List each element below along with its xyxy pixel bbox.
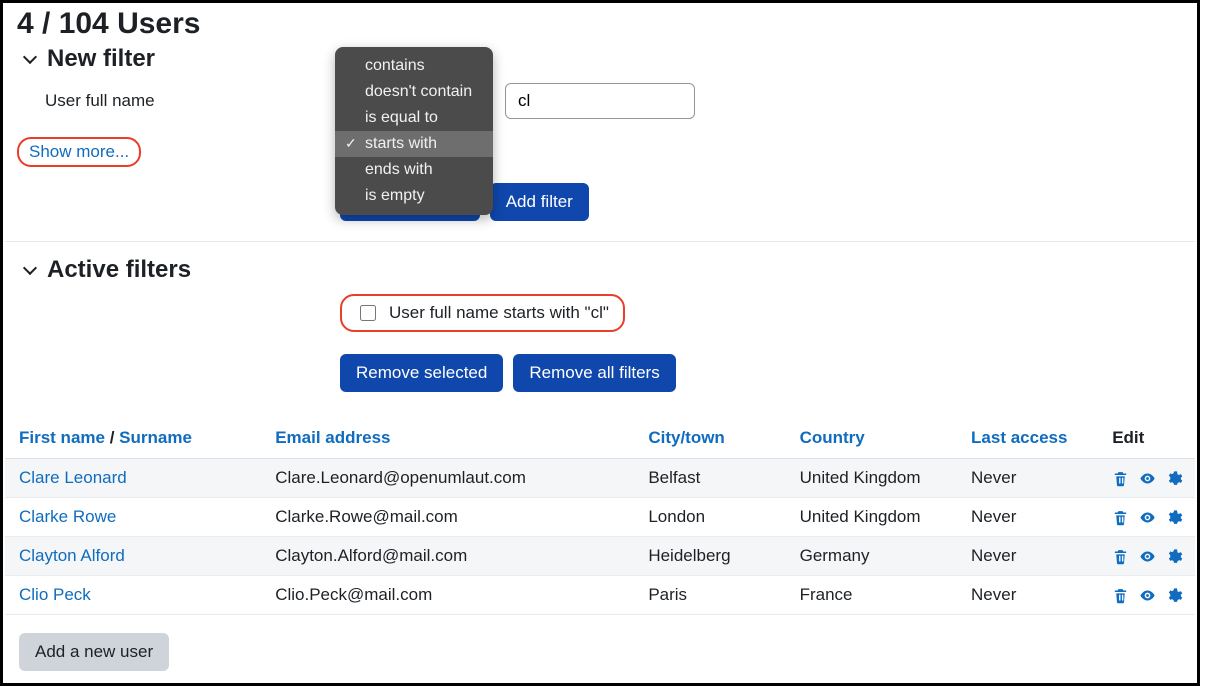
show-more-highlight: Show more... [17,137,141,167]
add-filter-button[interactable]: Add filter [490,183,589,221]
gear-icon[interactable] [1166,509,1183,526]
active-filters-header[interactable]: Active filters [23,256,1195,284]
gear-icon[interactable] [1166,587,1183,604]
page-title: 4 / 104 Users [17,7,1195,41]
operator-option[interactable]: ends with [335,157,493,183]
col-edit: Edit [1104,418,1195,459]
user-last-access: Never [963,459,1104,498]
operator-option[interactable]: is equal to [335,105,493,131]
user-city: London [640,498,791,537]
trash-icon[interactable] [1112,509,1129,526]
eye-icon[interactable] [1139,509,1156,526]
remove-selected-button[interactable]: Remove selected [340,354,503,392]
user-name-link[interactable]: Clio Peck [19,585,91,604]
divider [5,241,1195,242]
trash-icon[interactable] [1112,470,1129,487]
show-more-link[interactable]: Show more... [29,142,129,161]
user-country: United Kingdom [792,498,963,537]
table-row: Clayton Alford Clayton.Alford@mail.comHei… [5,537,1195,576]
user-last-access: Never [963,576,1104,615]
col-last-access[interactable]: Last access [971,428,1067,447]
col-first-name[interactable]: First name [19,428,105,447]
chevron-down-icon [23,263,37,277]
active-filter-checkbox[interactable] [360,305,376,321]
user-email: Clare.Leonard@openumlaut.com [267,459,640,498]
col-surname[interactable]: Surname [119,428,192,447]
gear-icon[interactable] [1166,548,1183,565]
active-filter-highlight: User full name starts with "cl" [340,294,625,332]
user-name-link[interactable]: Clarke Rowe [19,507,116,526]
user-last-access: Never [963,537,1104,576]
trash-icon[interactable] [1112,548,1129,565]
gear-icon[interactable] [1166,470,1183,487]
add-user-button[interactable]: Add a new user [19,633,169,671]
operator-option[interactable]: is empty [335,183,493,209]
users-table: First name / Surname Email address City/… [5,418,1195,615]
eye-icon[interactable] [1139,548,1156,565]
table-row: Clarke Rowe Clarke.Rowe@mail.comLondonUni… [5,498,1195,537]
user-name-link[interactable]: Clayton Alford [19,546,125,565]
header-slash: / [110,428,119,447]
user-country: United Kingdom [792,459,963,498]
operator-option[interactable]: starts with [335,131,493,157]
user-name-link[interactable]: Clare Leonard [19,468,127,487]
col-city[interactable]: City/town [648,428,725,447]
user-email: Clarke.Rowe@mail.com [267,498,640,537]
operator-dropdown[interactable]: containsdoesn't containis equal tostarts… [335,47,493,215]
new-filter-title: New filter [47,45,155,73]
user-country: Germany [792,537,963,576]
table-row: Clare Leonard Clare.Leonard@openumlaut.co… [5,459,1195,498]
operator-option[interactable]: contains [335,53,493,79]
col-email[interactable]: Email address [275,428,390,447]
user-city: Paris [640,576,791,615]
trash-icon[interactable] [1112,587,1129,604]
user-email: Clio.Peck@mail.com [267,576,640,615]
eye-icon[interactable] [1139,470,1156,487]
user-email: Clayton.Alford@mail.com [267,537,640,576]
remove-all-filters-button[interactable]: Remove all filters [513,354,675,392]
operator-option[interactable]: doesn't contain [335,79,493,105]
col-country[interactable]: Country [800,428,865,447]
filter-field-label: User full name [45,91,335,111]
user-city: Belfast [640,459,791,498]
table-row: Clio Peck Clio.Peck@mail.comParisFranceNe… [5,576,1195,615]
active-filters-title: Active filters [47,256,191,284]
user-last-access: Never [963,498,1104,537]
user-country: France [792,576,963,615]
active-filter-text: User full name starts with "cl" [389,303,609,323]
chevron-down-icon [23,52,37,66]
eye-icon[interactable] [1139,587,1156,604]
user-city: Heidelberg [640,537,791,576]
new-filter-header[interactable]: New filter [23,45,1195,73]
filter-value-input[interactable] [505,83,695,119]
